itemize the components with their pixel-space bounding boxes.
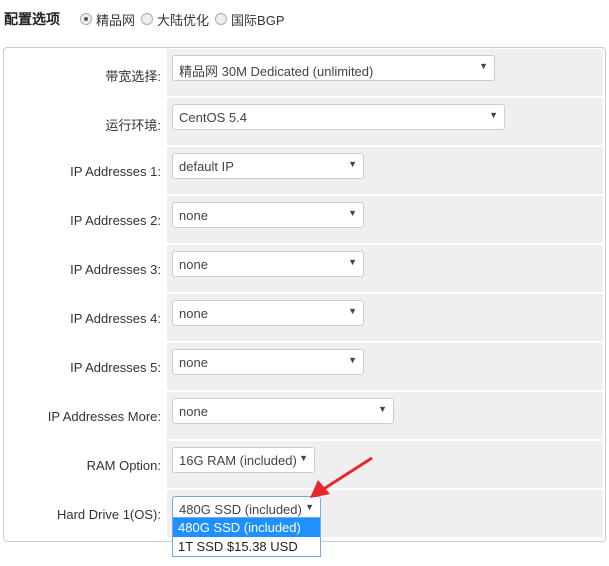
annotation-arrow bbox=[310, 456, 373, 498]
